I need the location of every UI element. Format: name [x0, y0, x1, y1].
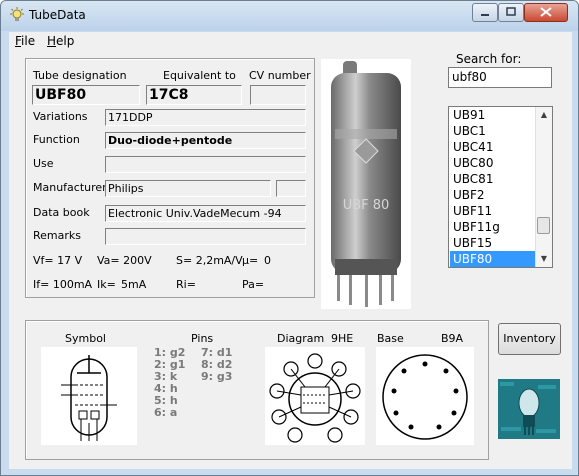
- main-client-area: Tube designation Equivalent to CV number…: [9, 50, 572, 469]
- symbol-label: Symbol: [65, 332, 106, 345]
- window-title: TubeData: [29, 8, 86, 22]
- cv-number-field[interactable]: [250, 85, 306, 105]
- tube-info-panel: Tube designation Equivalent to CV number…: [25, 58, 315, 298]
- pin-entry: 9: g3: [201, 370, 233, 383]
- minimize-icon: [481, 14, 489, 16]
- ik-label: Ik=: [97, 278, 116, 291]
- pins-label: Pins: [191, 332, 214, 345]
- function-field[interactable]: Duo-diode+pentode: [105, 132, 306, 149]
- diagram-code: 9HE: [331, 332, 354, 345]
- list-item[interactable]: UBF11: [450, 203, 535, 219]
- tube-designation-field[interactable]: UBF80: [32, 85, 140, 105]
- close-button[interactable]: [524, 3, 568, 22]
- menu-help[interactable]: Help: [47, 34, 74, 48]
- app-logo-icon: [498, 379, 560, 439]
- tube-photo-text: UBF 80: [343, 198, 390, 213]
- mu-value: 0: [264, 254, 271, 267]
- if-value: If= 100mA: [33, 278, 93, 291]
- scroll-down-icon[interactable]: ▼: [536, 251, 552, 267]
- manufacturer-field[interactable]: Philips: [105, 180, 271, 197]
- mu-label: µ=: [242, 254, 259, 267]
- s-value: S= 2,2mA/V: [176, 254, 243, 267]
- search-label: Search for:: [456, 52, 522, 66]
- maximize-icon: [506, 7, 516, 16]
- list-item[interactable]: UBC81: [450, 171, 535, 187]
- use-label: Use: [33, 157, 54, 170]
- pin-entry: 6: a: [154, 406, 178, 419]
- manufacturer-code-field[interactable]: [276, 180, 306, 197]
- equivalent-label: Equivalent to: [163, 69, 236, 82]
- scroll-up-icon[interactable]: ▲: [536, 107, 552, 123]
- scroll-thumb[interactable]: [537, 217, 550, 234]
- list-item[interactable]: UBC41: [450, 139, 535, 155]
- tube-symbol-icon: [41, 347, 137, 445]
- remarks-field[interactable]: [105, 228, 306, 245]
- minimize-button[interactable]: [472, 3, 498, 22]
- remarks-label: Remarks: [33, 229, 81, 242]
- manufacturer-label: Manufacturer: [33, 181, 107, 194]
- databook-label: Data book: [33, 206, 90, 219]
- search-input[interactable]: ubf80: [448, 67, 552, 88]
- ri-label: Ri=: [176, 278, 196, 291]
- ik-value: 5mA: [121, 278, 147, 291]
- vf-value: Vf= 17 V: [33, 254, 83, 267]
- pins-list-right: 7: d1 8: d2 9: g3: [201, 347, 232, 383]
- base-code: B9A: [441, 332, 464, 345]
- diagram-label: Diagram: [277, 332, 325, 345]
- menu-file[interactable]: File: [15, 34, 35, 48]
- variations-label: Variations: [33, 110, 88, 123]
- maximize-button[interactable]: [498, 3, 524, 22]
- use-field[interactable]: [105, 156, 306, 173]
- function-label: Function: [33, 133, 80, 146]
- list-scrollbar[interactable]: ▲ ▼: [535, 107, 552, 267]
- inventory-button[interactable]: Inventory: [498, 323, 561, 355]
- list-item-selected[interactable]: UBF80: [450, 251, 535, 267]
- databook-field[interactable]: Electronic Univ.VadeMecum -94: [105, 205, 306, 222]
- base-label: Base: [377, 332, 404, 345]
- base-pinout-icon: [376, 347, 474, 445]
- diagram-panel: Symbol Pins Diagram 9HE Base B9A 1: g2 2…: [25, 320, 489, 460]
- list-item[interactable]: UB91: [450, 107, 535, 123]
- equivalent-field[interactable]: 17C8: [146, 85, 242, 105]
- title-bar[interactable]: TubeData: [1, 1, 578, 31]
- cv-number-label: CV number: [249, 69, 311, 82]
- lightbulb-icon: [10, 7, 24, 21]
- tube-list[interactable]: UB91 UBC1 UBC41 UBC80 UBC81 UBF2 UBF11 U…: [448, 106, 553, 268]
- list-item[interactable]: UBF2: [450, 187, 535, 203]
- list-item[interactable]: UBC80: [450, 155, 535, 171]
- pin-diagram-icon: [265, 347, 365, 445]
- list-item[interactable]: UBF11g: [450, 219, 535, 235]
- pa-label: Pa=: [242, 278, 265, 291]
- list-item[interactable]: UBC1: [450, 123, 535, 139]
- menu-bar: File Help: [9, 32, 572, 50]
- app-window: TubeData File Help Tube designation Equi…: [0, 0, 579, 476]
- list-item[interactable]: UBF15: [450, 235, 535, 251]
- variations-field[interactable]: 171DDP: [105, 109, 306, 126]
- pins-list-left: 1: g2 2: g1 3: k 4: h 5: h 6: a: [154, 347, 185, 419]
- va-value: Va= 200V: [97, 254, 152, 267]
- tube-photo: UBF 80: [321, 59, 411, 309]
- close-icon: [540, 7, 552, 17]
- tube-designation-label: Tube designation: [33, 69, 127, 82]
